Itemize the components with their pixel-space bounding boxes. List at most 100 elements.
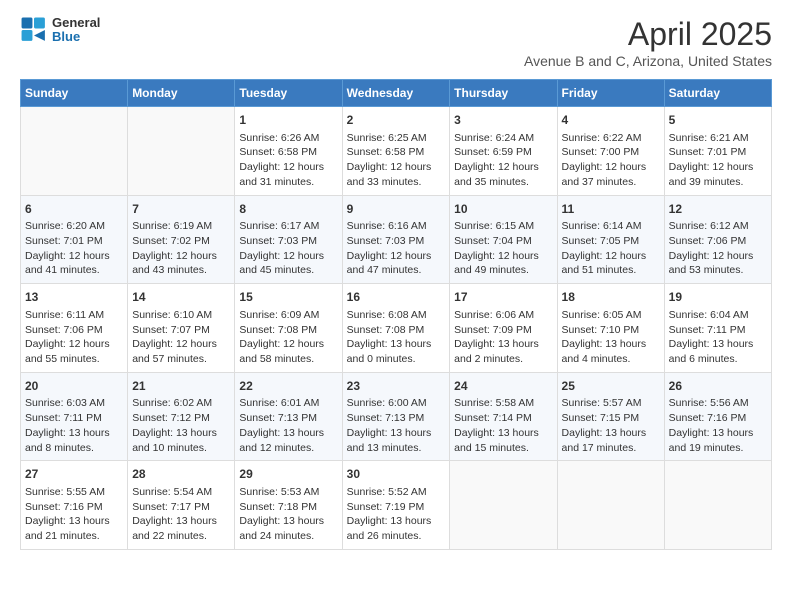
calendar-cell: 12Sunrise: 6:12 AM Sunset: 7:06 PM Dayli… [664, 195, 771, 284]
calendar-week-4: 20Sunrise: 6:03 AM Sunset: 7:11 PM Dayli… [21, 372, 772, 461]
calendar-cell: 11Sunrise: 6:14 AM Sunset: 7:05 PM Dayli… [557, 195, 664, 284]
calendar-cell: 8Sunrise: 6:17 AM Sunset: 7:03 PM Daylig… [235, 195, 342, 284]
calendar-week-3: 13 Sunrise: 6:11 AM Sunset: 7:06 PM Dayli… [21, 284, 772, 373]
day-info: Sunrise: 6:10 AM Sunset: 7:07 PM Dayligh… [132, 308, 230, 367]
logo: General Blue [20, 16, 100, 45]
calendar-cell: 10Sunrise: 6:15 AM Sunset: 7:04 PM Dayli… [450, 195, 557, 284]
logo-blue-text: Blue [52, 30, 100, 44]
day-number: 28 [132, 466, 230, 483]
calendar-cell: 27Sunrise: 5:55 AM Sunset: 7:16 PM Dayli… [21, 461, 128, 550]
title-block: April 2025 Avenue B and C, Arizona, Unit… [524, 16, 772, 69]
calendar-cell: 19Sunrise: 6:04 AM Sunset: 7:11 PM Dayli… [664, 284, 771, 373]
day-number: 10 [454, 201, 552, 218]
calendar-cell: 1 Sunrise: 6:26 AM Sunset: 6:58 PM Daylig… [235, 107, 342, 196]
weekday-header-monday: Monday [128, 80, 235, 107]
logo-general-text: General [52, 16, 100, 30]
day-info: Sunrise: 6:17 AM Sunset: 7:03 PM Dayligh… [239, 219, 337, 278]
day-info: Sunrise: 5:58 AM Sunset: 7:14 PM Dayligh… [454, 396, 552, 455]
calendar-body: 1 Sunrise: 6:26 AM Sunset: 6:58 PM Daylig… [21, 107, 772, 550]
calendar-cell: 3 Sunrise: 6:24 AM Sunset: 6:59 PM Daylig… [450, 107, 557, 196]
calendar-title: April 2025 [524, 16, 772, 53]
day-info: Sunrise: 6:22 AM Sunset: 7:00 PM Dayligh… [562, 131, 660, 190]
calendar-cell [664, 461, 771, 550]
day-info: Sunrise: 6:06 AM Sunset: 7:09 PM Dayligh… [454, 308, 552, 367]
calendar-cell: 7Sunrise: 6:19 AM Sunset: 7:02 PM Daylig… [128, 195, 235, 284]
day-info: Sunrise: 6:08 AM Sunset: 7:08 PM Dayligh… [347, 308, 446, 367]
day-info: Sunrise: 6:12 AM Sunset: 7:06 PM Dayligh… [669, 219, 767, 278]
calendar-cell: 25Sunrise: 5:57 AM Sunset: 7:15 PM Dayli… [557, 372, 664, 461]
calendar-cell: 23Sunrise: 6:00 AM Sunset: 7:13 PM Dayli… [342, 372, 450, 461]
calendar-cell: 5 Sunrise: 6:21 AM Sunset: 7:01 PM Daylig… [664, 107, 771, 196]
calendar-cell: 21Sunrise: 6:02 AM Sunset: 7:12 PM Dayli… [128, 372, 235, 461]
calendar-cell: 18Sunrise: 6:05 AM Sunset: 7:10 PM Dayli… [557, 284, 664, 373]
day-number: 16 [347, 289, 446, 306]
day-info: Sunrise: 6:26 AM Sunset: 6:58 PM Dayligh… [239, 131, 337, 190]
day-number: 4 [562, 112, 660, 129]
day-info: Sunrise: 6:25 AM Sunset: 6:58 PM Dayligh… [347, 131, 446, 190]
calendar-cell: 2Sunrise: 6:25 AM Sunset: 6:58 PM Daylig… [342, 107, 450, 196]
day-info: Sunrise: 5:56 AM Sunset: 7:16 PM Dayligh… [669, 396, 767, 455]
day-number: 17 [454, 289, 552, 306]
calendar-cell: 20Sunrise: 6:03 AM Sunset: 7:11 PM Dayli… [21, 372, 128, 461]
day-info: Sunrise: 6:00 AM Sunset: 7:13 PM Dayligh… [347, 396, 446, 455]
calendar-cell: 28 Sunrise: 5:54 AM Sunset: 7:17 PM Dayli… [128, 461, 235, 550]
weekday-header-thursday: Thursday [450, 80, 557, 107]
day-number: 12 [669, 201, 767, 218]
calendar-cell: 15Sunrise: 6:09 AM Sunset: 7:08 PM Dayli… [235, 284, 342, 373]
day-info: Sunrise: 6:19 AM Sunset: 7:02 PM Dayligh… [132, 219, 230, 278]
day-number: 11 [562, 201, 660, 218]
day-info: Sunrise: 5:52 AM Sunset: 7:19 PM Dayligh… [347, 485, 446, 544]
calendar-cell: 22Sunrise: 6:01 AM Sunset: 7:13 PM Dayli… [235, 372, 342, 461]
calendar-cell: 14 Sunrise: 6:10 AM Sunset: 7:07 PM Dayli… [128, 284, 235, 373]
calendar-cell: 24Sunrise: 5:58 AM Sunset: 7:14 PM Dayli… [450, 372, 557, 461]
weekday-row: SundayMondayTuesdayWednesdayThursdayFrid… [21, 80, 772, 107]
calendar-cell [450, 461, 557, 550]
calendar-week-2: 6Sunrise: 6:20 AM Sunset: 7:01 PM Daylig… [21, 195, 772, 284]
day-number: 7 [132, 201, 230, 218]
page-header: General Blue April 2025 Avenue B and C, … [20, 16, 772, 69]
day-number: 26 [669, 378, 767, 395]
day-info: Sunrise: 6:24 AM Sunset: 6:59 PM Dayligh… [454, 131, 552, 190]
calendar-week-5: 27Sunrise: 5:55 AM Sunset: 7:16 PM Dayli… [21, 461, 772, 550]
calendar-week-1: 1 Sunrise: 6:26 AM Sunset: 6:58 PM Daylig… [21, 107, 772, 196]
day-info: Sunrise: 6:16 AM Sunset: 7:03 PM Dayligh… [347, 219, 446, 278]
day-info: Sunrise: 5:54 AM Sunset: 7:17 PM Dayligh… [132, 485, 230, 544]
day-info: Sunrise: 6:14 AM Sunset: 7:05 PM Dayligh… [562, 219, 660, 278]
day-info: Sunrise: 6:11 AM Sunset: 7:06 PM Dayligh… [25, 308, 123, 367]
day-number: 29 [239, 466, 337, 483]
day-number: 3 [454, 112, 552, 129]
weekday-header-wednesday: Wednesday [342, 80, 450, 107]
day-number: 22 [239, 378, 337, 395]
day-number: 21 [132, 378, 230, 395]
day-info: Sunrise: 6:03 AM Sunset: 7:11 PM Dayligh… [25, 396, 123, 455]
calendar-table: SundayMondayTuesdayWednesdayThursdayFrid… [20, 79, 772, 550]
day-number: 24 [454, 378, 552, 395]
day-info: Sunrise: 5:55 AM Sunset: 7:16 PM Dayligh… [25, 485, 123, 544]
day-number: 1 [239, 112, 337, 129]
calendar-cell [128, 107, 235, 196]
logo-text: General Blue [52, 16, 100, 45]
day-info: Sunrise: 5:57 AM Sunset: 7:15 PM Dayligh… [562, 396, 660, 455]
calendar-cell: 26Sunrise: 5:56 AM Sunset: 7:16 PM Dayli… [664, 372, 771, 461]
calendar-cell: 17 Sunrise: 6:06 AM Sunset: 7:09 PM Dayli… [450, 284, 557, 373]
day-number: 14 [132, 289, 230, 306]
day-number: 13 [25, 289, 123, 306]
day-info: Sunrise: 5:53 AM Sunset: 7:18 PM Dayligh… [239, 485, 337, 544]
day-number: 20 [25, 378, 123, 395]
day-number: 23 [347, 378, 446, 395]
weekday-header-friday: Friday [557, 80, 664, 107]
day-info: Sunrise: 6:04 AM Sunset: 7:11 PM Dayligh… [669, 308, 767, 367]
day-number: 9 [347, 201, 446, 218]
calendar-cell: 13 Sunrise: 6:11 AM Sunset: 7:06 PM Dayli… [21, 284, 128, 373]
day-number: 8 [239, 201, 337, 218]
day-info: Sunrise: 6:21 AM Sunset: 7:01 PM Dayligh… [669, 131, 767, 190]
calendar-cell: 6Sunrise: 6:20 AM Sunset: 7:01 PM Daylig… [21, 195, 128, 284]
logo-icon [20, 16, 48, 44]
day-info: Sunrise: 6:02 AM Sunset: 7:12 PM Dayligh… [132, 396, 230, 455]
day-number: 5 [669, 112, 767, 129]
calendar-cell: 9Sunrise: 6:16 AM Sunset: 7:03 PM Daylig… [342, 195, 450, 284]
day-info: Sunrise: 6:20 AM Sunset: 7:01 PM Dayligh… [25, 219, 123, 278]
calendar-header: SundayMondayTuesdayWednesdayThursdayFrid… [21, 80, 772, 107]
weekday-header-sunday: Sunday [21, 80, 128, 107]
day-number: 18 [562, 289, 660, 306]
